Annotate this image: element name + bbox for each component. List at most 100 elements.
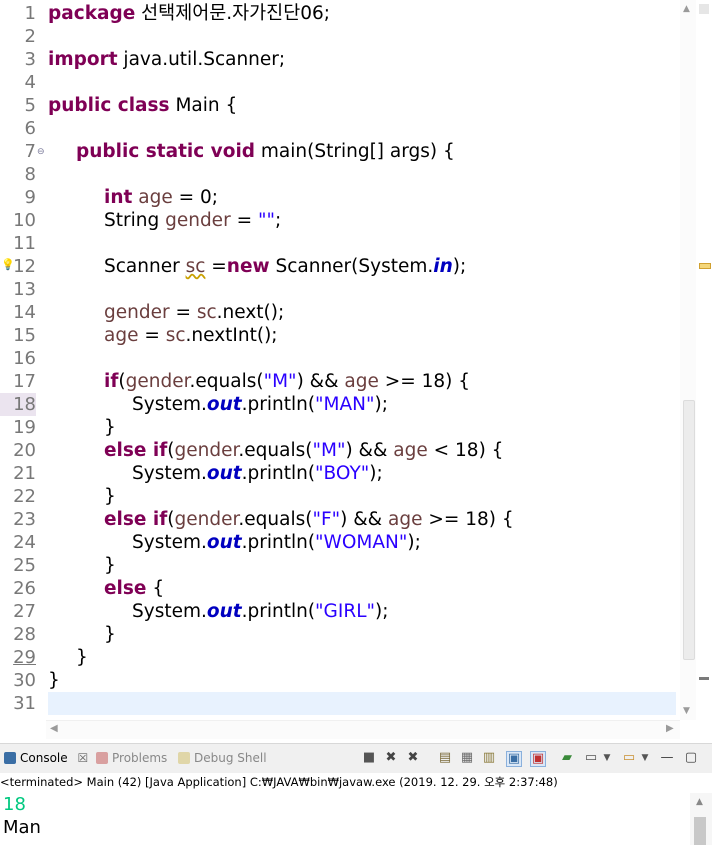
line-number: 17 — [13, 371, 36, 392]
code-line[interactable]: System.out.println("MAN"); — [132, 393, 388, 416]
code-line[interactable]: else if(gender.equals("F") && age >= 18)… — [104, 508, 514, 531]
chevron-down-icon[interactable]: ▼ — [600, 751, 614, 765]
code-token: System. — [132, 394, 207, 415]
code-line[interactable]: } — [104, 623, 116, 646]
line-number: 14 — [13, 302, 36, 323]
code-token: } — [104, 417, 116, 438]
current-line-highlight — [48, 692, 676, 715]
code-line[interactable]: public static void main(String[] args) { — [76, 140, 455, 163]
overview-top-marker — [699, 4, 709, 14]
code-token: int — [104, 187, 133, 208]
code-token: "GIRL" — [315, 601, 376, 622]
fold-collapse-icon[interactable]: ⊖ — [37, 147, 45, 157]
line-number: 4 — [24, 72, 36, 93]
code-token: "MAN" — [315, 394, 375, 415]
code-line[interactable]: Scanner sc =new Scanner(System.in); — [104, 255, 466, 278]
code-token: java.util.Scanner; — [117, 49, 286, 70]
editor-vertical-scrollbar[interactable]: ▲ ▼ — [680, 0, 696, 720]
terminate-icon[interactable]: ■ — [362, 751, 376, 765]
line-number: 21 — [13, 463, 36, 484]
code-token: >= 18) { — [422, 509, 514, 530]
line-number: 15 — [13, 325, 36, 346]
show-on-error-icon[interactable]: ▣ — [530, 751, 546, 767]
scroll-up-icon[interactable]: ▲ — [696, 797, 703, 807]
code-token: age — [104, 325, 139, 346]
line-number: 30 — [13, 670, 36, 691]
code-line[interactable]: package 선택제어문.자가진단06; — [48, 2, 330, 25]
chevron-down-icon[interactable]: ▼ — [638, 751, 652, 765]
clear-console-icon[interactable]: ▤ — [438, 751, 452, 765]
overview-ruler[interactable] — [696, 0, 712, 720]
code-line[interactable]: public class Main { — [48, 94, 237, 117]
code-line[interactable]: System.out.println("GIRL"); — [132, 600, 388, 623]
code-token: .println( — [241, 394, 316, 415]
console-vertical-scrollbar[interactable]: ▲ — [690, 793, 712, 845]
tab-debug-shell[interactable]: Debug Shell — [178, 750, 267, 766]
minimize-icon[interactable]: — — [660, 751, 674, 765]
code-line[interactable]: else if(gender.equals("M") && age < 18) … — [104, 439, 503, 462]
console-output[interactable]: 18 Man — [0, 793, 690, 845]
line-number-ruler: 1 2 3 4 5 6 7 8 9 10 11 12 13 14 15 16 1… — [0, 0, 46, 718]
code-line[interactable]: System.out.println("WOMAN"); — [132, 531, 421, 554]
scroll-up-icon[interactable]: ▲ — [683, 4, 690, 14]
remove-all-terminated-icon[interactable]: ✖ — [406, 751, 420, 765]
code-line[interactable]: } — [104, 554, 116, 577]
code-token: else if — [104, 440, 168, 461]
line-number: 10 — [13, 210, 36, 231]
problems-icon — [96, 752, 108, 764]
code-token: } — [48, 670, 60, 691]
tab-problems[interactable]: Problems — [96, 750, 167, 766]
code-line[interactable]: if(gender.equals("M") && age >= 18) { — [104, 370, 470, 393]
line-number: 1 — [24, 3, 36, 24]
pin-console-icon[interactable]: ▰ — [560, 751, 574, 765]
maximize-icon[interactable]: ▢ — [684, 751, 698, 765]
warning-lightbulb-icon[interactable]: 💡 — [1, 258, 15, 271]
tab-console[interactable]: Console ☒ — [4, 750, 88, 766]
scroll-down-icon[interactable]: ▼ — [683, 706, 690, 716]
line-number: 11 — [13, 233, 36, 254]
scroll-lock-icon[interactable]: ▦ — [460, 751, 474, 765]
code-token: System. — [132, 532, 207, 553]
code-token: } — [104, 555, 116, 576]
code-token: "BOY" — [315, 463, 370, 484]
code-token: ( — [167, 440, 175, 461]
remove-launch-icon[interactable]: ✖ — [384, 751, 398, 765]
java-editor[interactable]: 1 2 3 4 5 6 7 8 9 10 11 12 13 14 15 16 1… — [0, 0, 712, 740]
code-token: else — [104, 578, 147, 599]
code-line[interactable]: String gender = ""; — [104, 209, 281, 232]
scroll-left-icon[interactable]: ◀ — [50, 723, 58, 734]
code-line[interactable]: else { — [104, 577, 164, 600]
code-token: "M" — [263, 371, 297, 392]
code-line[interactable]: System.out.println("BOY"); — [132, 462, 383, 485]
code-line[interactable]: } — [104, 485, 116, 508]
warning-marker[interactable] — [699, 263, 711, 269]
scrollbar-thumb[interactable] — [683, 400, 695, 660]
editor-horizontal-scrollbar[interactable]: ◀ ▶ — [46, 720, 680, 739]
show-on-output-icon[interactable]: ▣ — [506, 751, 522, 767]
occurrence-marker[interactable] — [699, 677, 709, 680]
code-token: } — [104, 624, 116, 645]
code-token: >= 18) { — [378, 371, 471, 392]
scroll-right-icon[interactable]: ▶ — [666, 723, 674, 734]
code-line[interactable]: } — [104, 416, 116, 439]
code-line[interactable]: gender = sc.next(); — [104, 301, 284, 324]
code-token: } — [76, 647, 88, 668]
code-token: ); — [374, 394, 388, 415]
code-token: = — [230, 210, 258, 231]
open-console-icon[interactable]: ▭ — [622, 751, 636, 765]
code-token: public static void — [76, 141, 256, 162]
scrollbar-thumb[interactable] — [694, 817, 706, 845]
code-line[interactable]: } — [76, 646, 88, 669]
code-line[interactable]: age = sc.nextInt(); — [104, 324, 278, 347]
code-line[interactable]: int age = 0; — [104, 186, 218, 209]
word-wrap-icon[interactable]: ▥ — [482, 751, 496, 765]
close-icon[interactable]: ☒ — [77, 751, 88, 765]
console-view-toolbar: Console ☒ Problems Debug Shell ■ ✖ ✖ ▤ ▦… — [0, 743, 712, 775]
code-token: "WOMAN" — [315, 532, 408, 553]
display-selected-console-icon[interactable]: ▭ — [584, 751, 598, 765]
code-line[interactable]: import java.util.Scanner; — [48, 48, 285, 71]
code-token: = 0; — [172, 187, 218, 208]
code-token: .equals( — [238, 440, 313, 461]
debug-shell-icon — [178, 752, 190, 764]
code-line[interactable]: } — [48, 669, 60, 692]
